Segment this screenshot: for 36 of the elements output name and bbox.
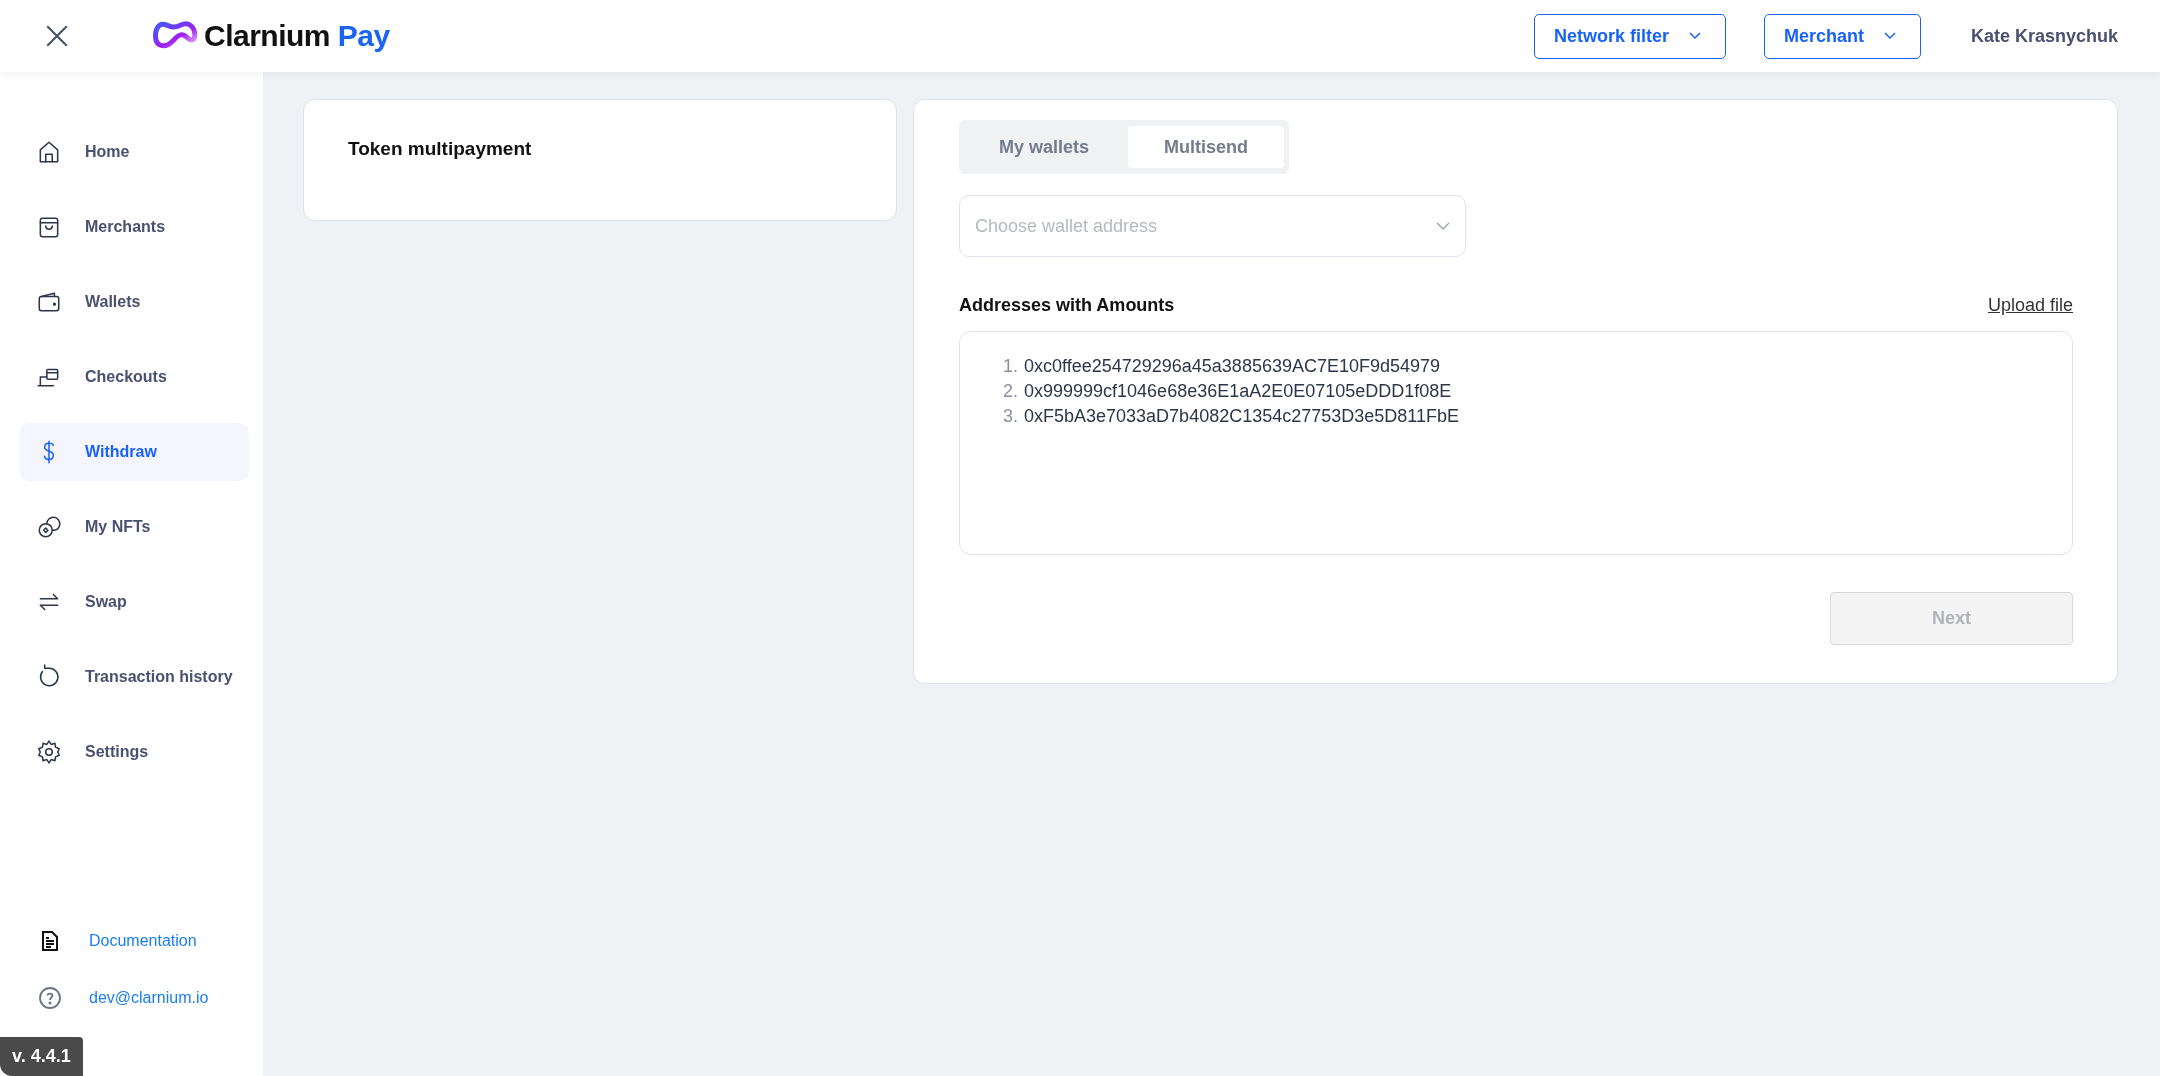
card-title: Token multipayment: [348, 138, 533, 160]
sidebar-item[interactable]: Transaction history: [19, 648, 249, 706]
sidebar-item[interactable]: My NFTs: [19, 498, 249, 556]
coins-icon: [36, 514, 62, 540]
wallet-address-select[interactable]: Choose wallet address: [959, 195, 1466, 257]
chevron-down-icon: [1436, 222, 1450, 231]
line-number: 3.: [1002, 405, 1018, 428]
line-number: 1.: [1002, 355, 1018, 378]
merchant-dropdown[interactable]: Merchant: [1763, 13, 1921, 59]
network-filter-dropdown[interactable]: Network filter: [1533, 13, 1726, 59]
tab[interactable]: Multisend: [1128, 126, 1284, 168]
field-label: Addresses with Amounts: [959, 295, 1175, 316]
sidebar-item[interactable]: Checkouts: [19, 348, 249, 406]
line-number: 2.: [1002, 380, 1018, 403]
sidebar-item[interactable]: Withdraw: [19, 423, 249, 481]
upload-file-link[interactable]: Upload file: [1987, 295, 2073, 316]
help-icon: [38, 986, 62, 1010]
address-text: 0x999999cf1046e68e36E1aA2E0E07105eDDD1f08E: [1024, 380, 1452, 403]
address-text: 0xc0ffee254729296a45a3885639AC7E10F9d54979: [1024, 355, 1441, 378]
addresses-input-field[interactable]: 1. 0xc0ffee254729296a45a3885639AC7E10F9d54979 2. 0x999999cf1046e68e36E1aA2E0E07105eDDD1f08E 3. 0xF5bA3e7033aD7b4082C1354c27753D3e5D811FbE: [959, 331, 2073, 555]
sidebar-item[interactable]: Home: [19, 123, 249, 181]
footer-link[interactable]: Documentation: [19, 929, 249, 953]
sidebar-item[interactable]: Wallets: [19, 273, 249, 331]
address-text: 0xF5bA3e7033aD7b4082C1354c27753D3e5D811FbE: [1024, 405, 1459, 428]
sidebar-item[interactable]: Swap: [19, 573, 249, 631]
sidebar-item[interactable]: Merchants: [19, 198, 249, 256]
logo-text: Clarnium Pay: [204, 19, 390, 53]
chevron-down-icon: [1688, 32, 1701, 40]
close-icon[interactable]: [44, 23, 70, 49]
user-name[interactable]: Kate Krasnychuk: [1970, 25, 2118, 47]
version-badge: v. 4.4.1: [0, 1037, 83, 1076]
chevron-down-icon: [1883, 32, 1896, 40]
sidebar-item[interactable]: Settings: [19, 723, 249, 781]
tab[interactable]: My wallets: [964, 126, 1124, 168]
settings-icon: [36, 739, 62, 765]
footer-link[interactable]: dev@clarnium.io: [19, 986, 249, 1010]
